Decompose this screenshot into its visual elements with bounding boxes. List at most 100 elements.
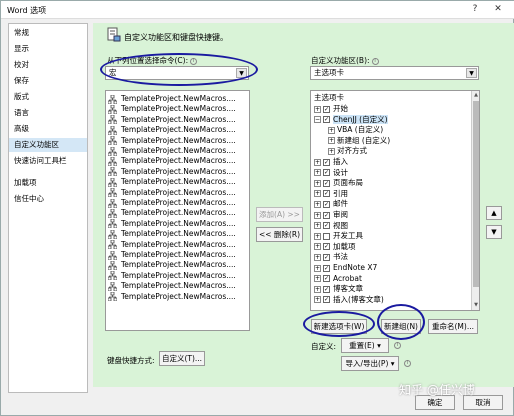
command-item[interactable]: TemplateProject.NewMacros.... — [108, 219, 236, 229]
close-button[interactable]: ✕ — [489, 3, 507, 16]
nav-item-advanced[interactable]: 高级 — [9, 122, 87, 136]
command-item[interactable]: TemplateProject.NewMacros.... — [108, 125, 236, 135]
import-export-button[interactable]: 导入/导出(P) ▾ — [341, 356, 399, 371]
expand-icon[interactable]: + — [328, 137, 335, 145]
expand-icon[interactable]: + — [314, 296, 321, 304]
ribbon-tab-checkbox[interactable]: ✓ — [323, 222, 330, 230]
scroll-up-icon[interactable]: ▲ — [472, 91, 479, 99]
nav-item-quick-access[interactable]: 快速访问工具栏 — [9, 154, 87, 168]
command-item[interactable]: TemplateProject.NewMacros.... — [108, 271, 236, 281]
ribbon-tree-item[interactable]: + VBA (自定义) — [328, 125, 383, 135]
command-item[interactable]: TemplateProject.NewMacros.... — [108, 281, 236, 291]
nav-item-proofing[interactable]: 校对 — [9, 58, 87, 72]
ribbon-tab-checkbox[interactable]: ✓ — [323, 179, 330, 187]
ribbon-tree-item[interactable]: + ✓ 插入(博客文章) — [314, 295, 384, 305]
scroll-thumb[interactable] — [473, 101, 479, 287]
ribbon-tree-item[interactable]: + ✓ 插入 — [314, 157, 348, 167]
ribbon-tab-checkbox[interactable]: ✓ — [323, 200, 330, 208]
ribbon-tree-item[interactable]: + ✓ 开始 — [314, 104, 348, 114]
command-item[interactable]: TemplateProject.NewMacros.... — [108, 208, 236, 218]
command-item[interactable]: TemplateProject.NewMacros.... — [108, 136, 236, 146]
ribbon-tree-item[interactable]: + ✓ 引用 — [314, 189, 348, 199]
nav-item-trust-center[interactable]: 信任中心 — [9, 192, 87, 206]
nav-item-general[interactable]: 常规 — [9, 26, 87, 40]
ribbon-tree-item[interactable]: + 新建组 (自定义) — [328, 136, 390, 146]
ribbon-tree-item[interactable]: − ✓ ChenJJ (自定义) — [314, 114, 388, 125]
remove-button[interactable]: << 删除(R) — [256, 227, 303, 242]
ribbon-tab-checkbox[interactable]: ✓ — [323, 211, 330, 219]
tree-scrollbar[interactable]: ▲ ▼ — [471, 91, 479, 310]
move-up-button[interactable]: ▲ — [486, 206, 502, 220]
expand-icon[interactable]: + — [328, 126, 335, 134]
keyboard-customize-button[interactable]: 自定义(T)... — [159, 351, 205, 366]
add-button[interactable]: 添加(A) >> — [256, 207, 303, 222]
ribbon-tree-item[interactable]: + ✓ 设计 — [314, 168, 348, 178]
ribbon-tree-item[interactable]: + ✓ 页面布局 — [314, 178, 363, 188]
expand-icon[interactable]: + — [314, 158, 321, 166]
ribbon-tree-item[interactable]: + ✓ 视图 — [314, 221, 348, 231]
command-item[interactable]: TemplateProject.NewMacros.... — [108, 229, 236, 239]
ribbon-tree-item[interactable]: + 开发工具 — [314, 231, 363, 241]
ribbon-tab-checkbox[interactable]: ✓ — [323, 264, 330, 272]
command-item[interactable]: TemplateProject.NewMacros.... — [108, 198, 236, 208]
ribbon-tree-item[interactable]: + ✓ EndNote X7 — [314, 263, 377, 273]
ribbon-tree-item[interactable]: + ✓ 审阅 — [314, 210, 348, 220]
ribbon-tab-checkbox[interactable]: ✓ — [323, 190, 330, 198]
command-item[interactable]: TemplateProject.NewMacros.... — [108, 115, 236, 125]
customize-ribbon-combo[interactable]: 主选项卡 ▼ — [310, 66, 479, 80]
rename-button[interactable]: 重命名(M)... — [428, 319, 478, 334]
ribbon-tree-item[interactable]: + ✓ 书法 — [314, 252, 348, 262]
nav-item-language[interactable]: 语言 — [9, 106, 87, 120]
ribbon-tree-item[interactable]: + 对齐方式 — [328, 146, 367, 156]
reset-button[interactable]: 重置(E) ▾ — [341, 338, 389, 353]
scroll-down-icon[interactable]: ▼ — [472, 301, 479, 309]
expand-icon[interactable]: + — [314, 275, 321, 283]
ribbon-tree-item[interactable]: + ✓ 加载项 — [314, 242, 356, 252]
commands-list[interactable]: TemplateProject.NewMacros.... TemplatePro… — [105, 90, 250, 331]
nav-item-customize-ribbon[interactable]: 自定义功能区 — [9, 138, 87, 152]
command-item[interactable]: TemplateProject.NewMacros.... — [108, 188, 236, 198]
ribbon-tab-checkbox[interactable]: ✓ — [323, 105, 330, 113]
ribbon-tree[interactable]: 主选项卡 + ✓ 开始 − ✓ ChenJJ (自定义) + VBA (自定义) + 新建组 (自… — [310, 90, 480, 311]
expand-icon[interactable]: + — [314, 253, 321, 261]
expand-icon[interactable]: + — [328, 147, 335, 155]
ribbon-tab-checkbox[interactable]: ✓ — [323, 285, 330, 293]
command-item[interactable]: TemplateProject.NewMacros.... — [108, 94, 236, 104]
command-item[interactable]: TemplateProject.NewMacros.... — [108, 260, 236, 270]
expand-icon[interactable]: + — [314, 169, 321, 177]
command-item[interactable]: TemplateProject.NewMacros.... — [108, 146, 236, 156]
expand-icon[interactable]: + — [314, 285, 321, 293]
ribbon-tab-checkbox[interactable]: ✓ — [323, 243, 330, 251]
command-item[interactable]: TemplateProject.NewMacros.... — [108, 104, 236, 114]
ribbon-tree-item[interactable]: + ✓ Acrobat — [314, 274, 362, 284]
nav-item-save[interactable]: 保存 — [9, 74, 87, 88]
expand-icon[interactable]: + — [314, 243, 321, 251]
expand-icon[interactable]: + — [314, 200, 321, 208]
ribbon-tab-checkbox[interactable] — [323, 232, 330, 240]
expand-icon[interactable]: + — [314, 179, 321, 187]
nav-item-addins[interactable]: 加载项 — [9, 176, 87, 190]
expand-icon[interactable]: + — [314, 222, 321, 230]
help-button[interactable]: ? — [466, 3, 484, 16]
move-down-button[interactable]: ▼ — [486, 225, 502, 239]
collapse-icon[interactable]: − — [314, 116, 321, 124]
ribbon-tab-checkbox[interactable]: ✓ — [323, 253, 330, 261]
expand-icon[interactable]: + — [314, 232, 321, 240]
command-item[interactable]: TemplateProject.NewMacros.... — [108, 177, 236, 187]
expand-icon[interactable]: + — [314, 264, 321, 272]
ribbon-tree-item[interactable]: + ✓ 邮件 — [314, 199, 348, 209]
ribbon-tree-item[interactable]: + ✓ 博客文章 — [314, 284, 363, 294]
nav-item-display[interactable]: 显示 — [9, 42, 87, 56]
expand-icon[interactable]: + — [314, 105, 321, 113]
ribbon-tab-checkbox[interactable]: ✓ — [323, 158, 330, 166]
nav-item-layout[interactable]: 版式 — [9, 90, 87, 104]
ribbon-tab-checkbox[interactable]: ✓ — [323, 296, 330, 304]
command-item[interactable]: TemplateProject.NewMacros.... — [108, 240, 236, 250]
command-item[interactable]: TemplateProject.NewMacros.... — [108, 292, 236, 302]
expand-icon[interactable]: + — [314, 190, 321, 198]
ribbon-tab-checkbox[interactable]: ✓ — [323, 116, 330, 124]
command-item[interactable]: TemplateProject.NewMacros.... — [108, 167, 236, 177]
command-item[interactable]: TemplateProject.NewMacros.... — [108, 156, 236, 166]
ribbon-tab-checkbox[interactable]: ✓ — [323, 275, 330, 283]
ribbon-tab-checkbox[interactable]: ✓ — [323, 169, 330, 177]
